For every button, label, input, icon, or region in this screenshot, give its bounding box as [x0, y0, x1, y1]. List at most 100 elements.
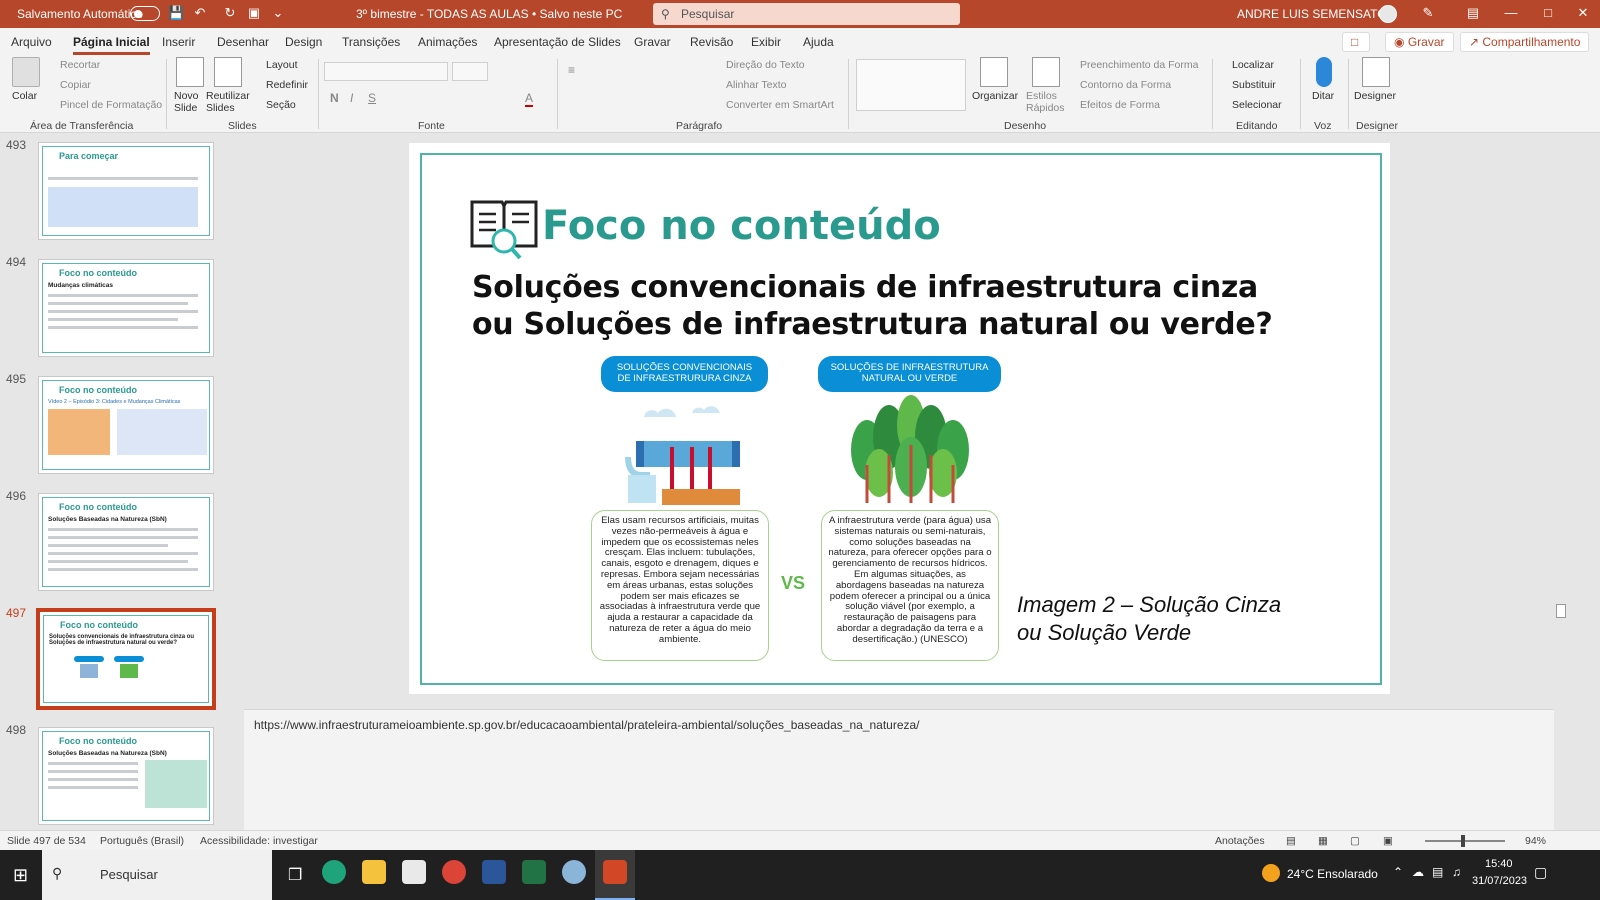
- notes-pane[interactable]: https://www.infraestruturameioambiente.s…: [244, 709, 1554, 835]
- network-icon[interactable]: ▤: [1432, 865, 1443, 879]
- quick-styles-icon[interactable]: [1032, 57, 1060, 87]
- scroll-thumb[interactable]: [1556, 604, 1566, 618]
- share-button[interactable]: ↗ Compartilhamento: [1460, 32, 1590, 52]
- new-slide-icon[interactable]: [176, 57, 204, 87]
- tab-desenhar[interactable]: Desenhar: [217, 35, 269, 49]
- quick-styles-label[interactable]: Estilos Rápidos: [1026, 90, 1066, 114]
- shapes-gallery[interactable]: [856, 59, 966, 111]
- shape-effects-button[interactable]: Efeitos de Forma: [1080, 99, 1160, 111]
- start-presentation-icon[interactable]: ▣: [246, 5, 262, 21]
- underline-icon[interactable]: S: [368, 91, 376, 105]
- weather-icon[interactable]: [1262, 864, 1280, 882]
- redo-icon[interactable]: ↻: [222, 5, 238, 21]
- record-button[interactable]: ◉ Gravar: [1385, 32, 1454, 52]
- paste-icon[interactable]: [12, 57, 40, 87]
- smartart-button[interactable]: Converter em SmartArt: [726, 99, 834, 111]
- excel-icon[interactable]: [522, 860, 546, 884]
- file-explorer-icon[interactable]: [362, 860, 386, 884]
- tab-inserir[interactable]: Inserir: [162, 35, 195, 49]
- tab-gravar[interactable]: Gravar: [634, 35, 671, 49]
- tab-transicoes[interactable]: Transições: [342, 35, 400, 49]
- designer-label[interactable]: Designer: [1354, 90, 1396, 102]
- zoom-level[interactable]: 94%: [1525, 835, 1546, 847]
- language[interactable]: Português (Brasil): [100, 835, 184, 847]
- font-size-select[interactable]: [452, 62, 488, 81]
- accessibility-status[interactable]: Acessibilidade: investigar: [200, 835, 318, 847]
- reset-button[interactable]: Redefinir: [266, 79, 308, 91]
- settings-icon[interactable]: [562, 860, 586, 884]
- comments-button[interactable]: □: [1342, 32, 1370, 52]
- taskbar-search[interactable]: ⚲ Pesquisar: [42, 850, 272, 900]
- tab-ajuda[interactable]: Ajuda: [803, 35, 834, 49]
- tab-animacoes[interactable]: Animações: [418, 35, 477, 49]
- tab-arquivo[interactable]: Arquivo: [11, 35, 52, 49]
- volume-icon[interactable]: ♫: [1452, 865, 1461, 879]
- clock-date[interactable]: 31/07/2023: [1472, 875, 1527, 887]
- zoom-thumb[interactable]: [1461, 835, 1465, 847]
- replace-button[interactable]: Substituir: [1232, 79, 1276, 91]
- text-direction-button[interactable]: Direção do Texto: [726, 59, 805, 71]
- paste-label[interactable]: Colar: [12, 90, 37, 102]
- slideshow-icon[interactable]: ▣: [1383, 835, 1393, 847]
- arrange-icon[interactable]: [980, 57, 1008, 87]
- store-icon[interactable]: [402, 860, 426, 884]
- microphone-icon[interactable]: [1316, 57, 1332, 87]
- cut-button[interactable]: Recortar: [60, 59, 100, 71]
- font-color-icon[interactable]: A: [525, 91, 534, 107]
- notifications-icon[interactable]: ▢: [1534, 864, 1547, 881]
- pen-icon[interactable]: ✎: [1420, 5, 1436, 21]
- clock-time[interactable]: 15:40: [1485, 858, 1513, 870]
- tab-apresentacao[interactable]: Apresentação de Slides: [494, 35, 621, 49]
- customize-toolbar-icon[interactable]: ⌄: [270, 5, 286, 21]
- slide-scrollbar[interactable]: [1556, 134, 1566, 690]
- reading-view-icon[interactable]: ▢: [1350, 835, 1360, 847]
- reuse-slides-label[interactable]: Reutilizar Slides: [206, 90, 250, 114]
- search-box[interactable]: ⚲ Pesquisar: [653, 3, 960, 25]
- select-button[interactable]: Selecionar: [1232, 99, 1282, 111]
- edge-icon[interactable]: [322, 860, 346, 884]
- slide-thumbnail-497[interactable]: Foco no conteúdo Soluções convencionais …: [36, 608, 216, 710]
- designer-icon[interactable]: [1362, 57, 1390, 87]
- tab-design[interactable]: Design: [285, 35, 322, 49]
- find-button[interactable]: Localizar: [1232, 59, 1274, 71]
- notes-url[interactable]: https://www.infraestruturameioambiente.s…: [254, 718, 920, 732]
- ribbon-display-icon[interactable]: ▤: [1465, 5, 1481, 21]
- document-title[interactable]: 3º bimestre - TODAS AS AULAS • Salvo nes…: [356, 7, 622, 21]
- slide-thumbnail-493[interactable]: Para começar: [38, 142, 214, 240]
- save-icon[interactable]: 💾: [168, 5, 184, 21]
- undo-icon[interactable]: ↶: [192, 5, 208, 21]
- font-name-select[interactable]: [324, 62, 448, 81]
- tab-pagina-inicial[interactable]: Página Inicial: [73, 35, 150, 55]
- italic-icon[interactable]: I: [350, 91, 353, 105]
- slide-thumbnail-496[interactable]: Foco no conteúdo Soluções Baseadas na Na…: [38, 493, 214, 591]
- format-painter-button[interactable]: Pincel de Formatação: [60, 99, 162, 111]
- sorter-view-icon[interactable]: ▦: [1318, 835, 1328, 847]
- weather-label[interactable]: 24°C Ensolarado: [1287, 867, 1378, 881]
- powerpoint-taskbar-button[interactable]: [595, 850, 635, 900]
- word-icon[interactable]: [482, 860, 506, 884]
- maximize-icon[interactable]: □: [1540, 5, 1556, 21]
- shape-outline-button[interactable]: Contorno da Forma: [1080, 79, 1171, 91]
- arrange-label[interactable]: Organizar: [972, 90, 1018, 102]
- reuse-slides-icon[interactable]: [214, 57, 242, 87]
- current-slide[interactable]: Foco no conteúdo Soluções convencionais …: [409, 143, 1390, 694]
- bold-icon[interactable]: N: [330, 91, 339, 105]
- slide-thumbnail-498[interactable]: Foco no conteúdo Soluções Baseadas na Na…: [38, 727, 214, 825]
- close-icon[interactable]: ✕: [1575, 5, 1591, 21]
- new-slide-label[interactable]: Novo Slide: [174, 90, 204, 114]
- tab-exibir[interactable]: Exibir: [751, 35, 781, 49]
- align-text-button[interactable]: Alinhar Texto: [726, 79, 787, 91]
- shape-fill-button[interactable]: Preenchimento da Forma: [1080, 59, 1198, 71]
- task-view-icon[interactable]: ❐: [288, 865, 302, 885]
- windows-start-icon[interactable]: ⊞: [13, 865, 28, 886]
- onedrive-icon[interactable]: ☁: [1412, 865, 1424, 879]
- slide-thumbnail-495[interactable]: Foco no conteúdo Vídeo 2 – Episódio 3: C…: [38, 376, 214, 474]
- copy-button[interactable]: Copiar: [60, 79, 91, 91]
- avatar[interactable]: [1379, 5, 1397, 23]
- thumbnails-scrollbar[interactable]: [228, 134, 240, 834]
- layout-button[interactable]: Layout: [266, 59, 298, 71]
- minimize-icon[interactable]: —: [1503, 5, 1519, 21]
- autosave-toggle[interactable]: [130, 6, 160, 21]
- user-name[interactable]: ANDRE LUIS SEMENSATO: [1237, 7, 1387, 21]
- dictate-label[interactable]: Ditar: [1312, 90, 1334, 102]
